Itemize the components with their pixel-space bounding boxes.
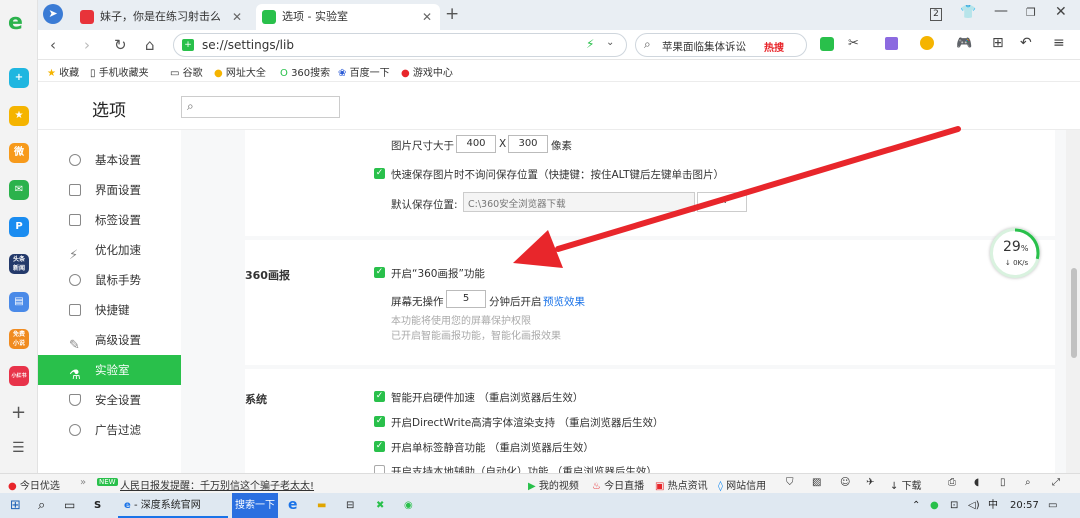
edge-icon[interactable]: e [288, 493, 298, 518]
image-icon[interactable]: ▨ [812, 477, 821, 488]
shield-status-icon[interactable]: ⛉ [786, 477, 794, 488]
my-video[interactable]: ▶ 我的视频 [528, 477, 579, 492]
emoji-icon[interactable]: ☺ [840, 477, 850, 488]
speed-percent: 29% [1003, 239, 1029, 255]
expand-icon[interactable]: ⤢ [1052, 477, 1060, 488]
task-view-icon[interactable]: ▭ [64, 493, 75, 518]
browser-360-icon[interactable]: ◉ [404, 493, 413, 518]
live-today[interactable]: ♨ 今日直播 [592, 477, 644, 492]
drop-icon: ◊ [718, 481, 723, 492]
os-taskbar: ⊞ ⌕ ▭ S e - 深度系统官网 搜索一下 e ▬ ⊟ ✖ ◉ ⌃ ● ⊡ … [0, 493, 1080, 518]
notification-icon[interactable]: ▭ [1048, 493, 1057, 518]
app-shortcut-icon[interactable]: S [94, 493, 101, 518]
tray-app-icon[interactable]: ● [930, 493, 939, 518]
today-picks[interactable]: ● 今日优选 [8, 477, 60, 492]
annotation-arrow [513, 126, 961, 268]
ie-icon: e [124, 500, 131, 511]
volume-icon[interactable]: ◁) [968, 493, 980, 518]
folder-icon[interactable]: ▬ [317, 493, 326, 518]
taskbar-app-browser[interactable]: e - 深度系统官网 [118, 493, 228, 518]
clock[interactable]: 20:57 [1010, 493, 1039, 518]
fire-icon: ♨ [592, 481, 601, 492]
taskbar-app-search[interactable]: 搜索一下 [232, 493, 278, 518]
status-bar: ● 今日优选 » NEW 人民日报发提醒：千万别信这个骗子老太太! ▶ 我的视频… [0, 473, 1080, 493]
download-button[interactable]: ↓ 下载 [890, 477, 922, 492]
scrollbar[interactable] [1066, 130, 1080, 473]
new-badge: NEW [97, 478, 118, 486]
hot-news[interactable]: ▣ 热点资讯 [655, 477, 708, 492]
network-icon[interactable]: ⊡ [950, 493, 958, 518]
video-icon: ▶ [528, 481, 536, 492]
windows-start-icon[interactable]: ⊞ [10, 493, 21, 518]
plane-icon[interactable]: ✈ [866, 477, 874, 488]
ime-indicator[interactable]: 中 [988, 493, 998, 518]
red-dot-icon: ● [8, 481, 17, 492]
search-icon[interactable]: ⌕ [38, 493, 45, 518]
chevron-icon[interactable]: » [80, 477, 86, 488]
speed-rate: ↓ 0K/s [1005, 259, 1029, 267]
news-icon: ▣ [655, 481, 665, 492]
paint-icon[interactable]: ✖ [376, 493, 384, 518]
print-icon[interactable]: ⎙ [948, 477, 956, 488]
site-credit[interactable]: ◊ 网站信用 [718, 477, 766, 492]
sound-icon[interactable]: ◖ [974, 477, 979, 488]
phone-icon[interactable]: ▯ [1000, 477, 1006, 488]
headline-link[interactable]: 人民日报发提醒：千万别信这个骗子老太太! [120, 477, 314, 492]
tray-arrow-icon[interactable]: ⌃ [912, 493, 920, 518]
speed-widget[interactable]: 29% ↓ 0K/s [990, 228, 1040, 278]
store-icon[interactable]: ⊟ [346, 493, 354, 518]
scrollbar-thumb[interactable] [1071, 268, 1077, 358]
zoom-icon[interactable]: ⌕ [1025, 477, 1031, 488]
